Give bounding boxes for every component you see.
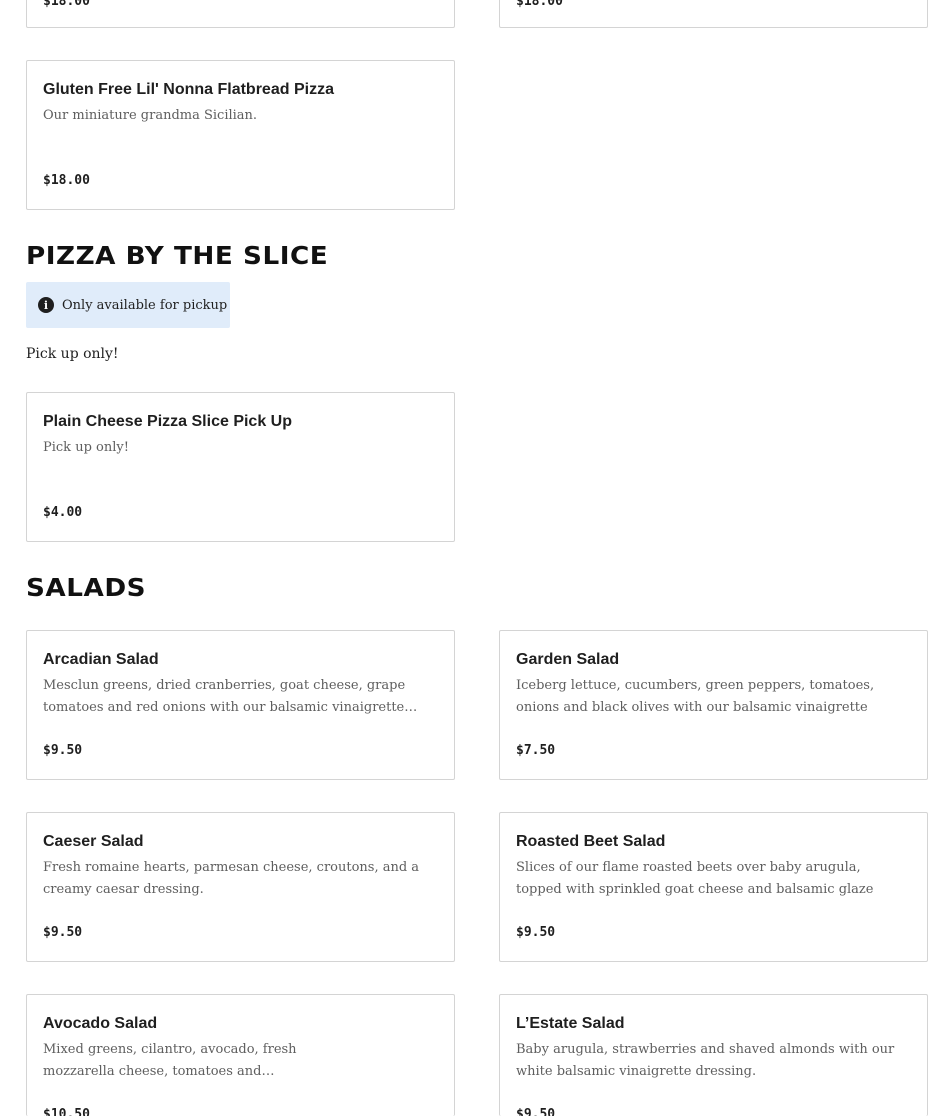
- item-description: Baby arugula, strawberries and shaved al…: [516, 1042, 895, 1079]
- item-description: Our miniature grandma Sicilian.: [43, 108, 258, 123]
- item-price: $18.00: [43, 0, 90, 9]
- item-description: Fresh romaine hearts, parmesan cheese, c…: [43, 860, 420, 897]
- item-price: $18.00: [43, 173, 90, 188]
- item-description: Mixed greens, cilantro, avocado, fresh m…: [43, 1042, 297, 1079]
- menu-item-card[interactable]: Plain Cheese Pizza Slice Pick Up Pick up…: [26, 392, 455, 542]
- item-price: $9.50: [43, 925, 83, 940]
- info-icon: i: [38, 297, 54, 313]
- item-description: Slices of our flame roasted beets over b…: [516, 860, 874, 897]
- item-price: $7.50: [516, 743, 556, 758]
- item-description: Iceberg lettuce, cucumbers, green pepper…: [516, 678, 875, 715]
- item-name: Arcadian Salad: [43, 651, 159, 668]
- menu-item-card[interactable]: Roasted Beet Salad Slices of our flame r…: [499, 812, 928, 962]
- item-price: $9.50: [516, 1107, 556, 1116]
- item-price: $9.50: [516, 925, 556, 940]
- pickup-notice: i Only available for pickup: [26, 282, 230, 328]
- item-name: Gluten Free Lil' Nonna Flatbread Pizza: [43, 81, 334, 98]
- notice-text: Only available for pickup: [62, 297, 228, 313]
- menu-item-card[interactable]: Arcadian Salad Mesclun greens, dried cra…: [26, 630, 455, 780]
- item-name: Avocado Salad: [43, 1015, 158, 1032]
- item-price: $18.00: [516, 0, 563, 9]
- menu-item-card[interactable]: Garden Salad Iceberg lettuce, cucumbers,…: [499, 630, 928, 780]
- menu-item-card[interactable]: $18.00: [499, 0, 928, 28]
- section-heading-pizza-by-the-slice: PIZZA BY THE SLICE: [26, 241, 329, 270]
- menu-item-card[interactable]: $18.00: [26, 0, 455, 28]
- item-price: $10.50: [43, 1107, 90, 1116]
- item-description: Mesclun greens, dried cranberries, goat …: [43, 678, 418, 715]
- item-description: Pick up only!: [43, 440, 129, 455]
- item-name: L’Estate Salad: [516, 1015, 625, 1032]
- menu-item-card[interactable]: Caeser Salad Fresh romaine hearts, parme…: [26, 812, 455, 962]
- menu-item-card[interactable]: L’Estate Salad Baby arugula, strawberrie…: [499, 994, 928, 1116]
- item-name: Plain Cheese Pizza Slice Pick Up: [43, 413, 292, 430]
- item-name: Garden Salad: [516, 651, 620, 668]
- section-description: Pick up only!: [26, 346, 119, 362]
- item-name: Caeser Salad: [43, 833, 144, 850]
- menu-item-card[interactable]: Gluten Free Lil' Nonna Flatbread Pizza O…: [26, 60, 455, 210]
- item-name: Roasted Beet Salad: [516, 833, 666, 850]
- item-price: $4.00: [43, 505, 83, 520]
- item-price: $9.50: [43, 743, 83, 758]
- section-heading-salads: SALADS: [26, 573, 147, 602]
- menu-item-card[interactable]: Avocado Salad Mixed greens, cilantro, av…: [26, 994, 455, 1116]
